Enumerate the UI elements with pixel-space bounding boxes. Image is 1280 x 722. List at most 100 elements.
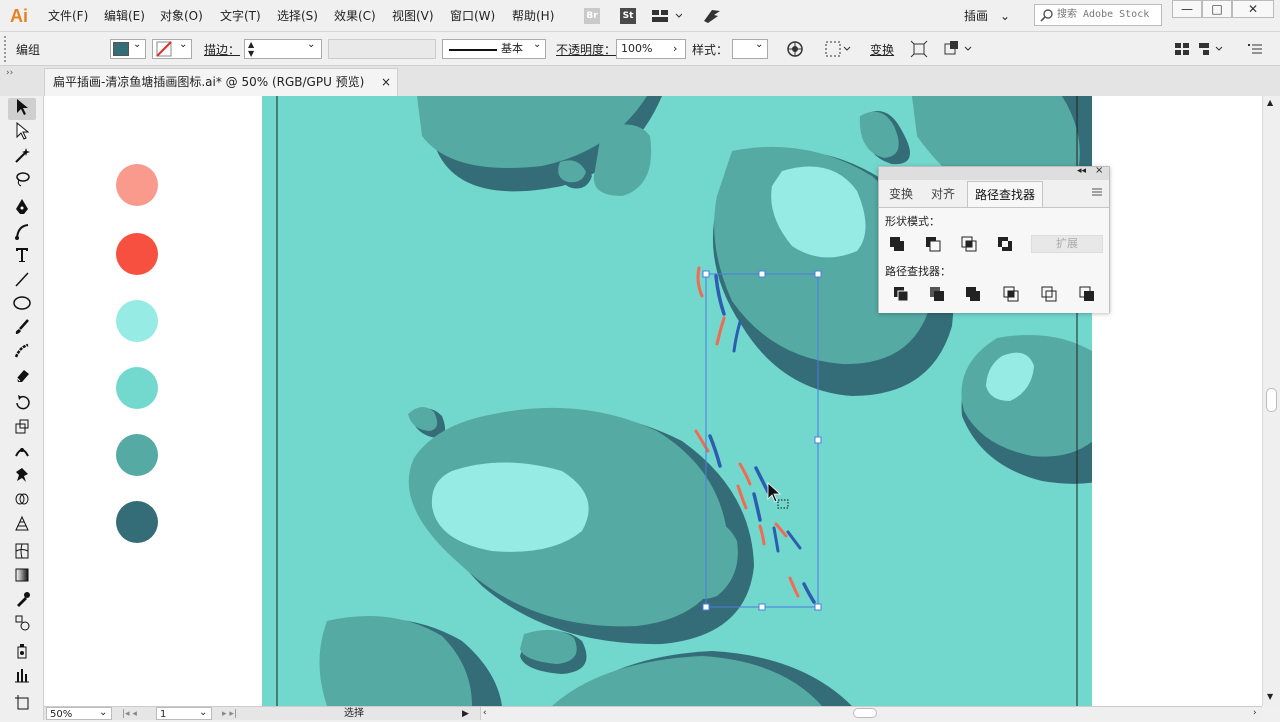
close-window-button[interactable]: ✕ (1232, 0, 1274, 18)
color-swatch-light-coral[interactable] (116, 164, 158, 206)
color-swatch-red[interactable] (116, 233, 158, 275)
outline-icon[interactable] (1041, 286, 1057, 302)
isolate-group-icon[interactable] (910, 40, 928, 61)
workspace-switcher[interactable]: 插画 ⌄ (964, 7, 1022, 25)
stroke-label[interactable]: 描边： (204, 40, 240, 60)
graphic-style-picker[interactable]: ⌄ (732, 39, 768, 59)
minimize-button[interactable]: — (1172, 0, 1202, 18)
lasso-tool-icon[interactable] (8, 170, 36, 192)
panel-header[interactable]: ◂◂ × (879, 165, 1109, 180)
symbol-sprayer-tool-icon[interactable] (8, 642, 36, 664)
menu-window[interactable]: 窗口(W) (450, 0, 495, 32)
shape-builder-tool-icon[interactable] (8, 490, 36, 512)
color-swatch-aqua[interactable] (116, 367, 158, 409)
minus-front-icon[interactable] (925, 236, 941, 252)
eyedropper-tool-icon[interactable] (8, 590, 36, 612)
stepper-arrows-icon[interactable]: ▲ ▼ (248, 40, 254, 58)
color-swatch-pale-aqua[interactable] (116, 300, 158, 342)
tab-align[interactable]: 对齐 (925, 181, 961, 207)
ellipse-tool-icon[interactable] (8, 294, 36, 316)
exclude-icon[interactable] (997, 236, 1013, 252)
bridge-button[interactable]: Br (584, 8, 600, 24)
artboard-number-select[interactable]: 1 ⌄ (156, 707, 212, 720)
rotate-tool-icon[interactable] (8, 394, 36, 416)
scale-tool-icon[interactable] (8, 418, 36, 440)
mesh-tool-icon[interactable] (8, 542, 36, 564)
puppet-warp-icon[interactable] (942, 40, 974, 61)
minus-back-icon[interactable] (1079, 286, 1095, 302)
arrange-documents-icon[interactable] (652, 7, 683, 25)
distribute-icon[interactable] (1174, 40, 1190, 61)
type-tool-icon[interactable] (8, 246, 36, 268)
first-artboard-icon[interactable]: |◂ ◂ (122, 707, 137, 721)
menu-file[interactable]: 文件(F) (48, 0, 88, 32)
stroke-color-picker[interactable]: ⌄ (152, 39, 192, 59)
menu-edit[interactable]: 编辑(E) (104, 0, 145, 32)
perspective-grid-tool-icon[interactable] (8, 514, 36, 536)
opacity-input[interactable]: 100% › (616, 39, 686, 59)
collapse-toolbar-icon[interactable]: ›› (6, 68, 13, 78)
hscroll-thumb[interactable] (853, 708, 877, 718)
vertical-scrollbar[interactable]: ▲ ▼ (1262, 96, 1280, 706)
panel-menu-icon[interactable] (1248, 40, 1264, 61)
horizontal-scrollbar[interactable]: ‹ › (480, 707, 1262, 720)
magic-wand-tool-icon[interactable] (8, 146, 36, 168)
restore-button[interactable]: □ (1202, 0, 1232, 18)
line-tool-icon[interactable] (8, 270, 36, 292)
arrange-icon[interactable] (1198, 40, 1226, 61)
menu-help[interactable]: 帮助(H) (512, 0, 554, 32)
color-swatch-dark-teal[interactable] (116, 501, 158, 543)
stroke-weight-input[interactable]: ▲ ▼ ⌄ (244, 39, 322, 59)
menu-view[interactable]: 视图(V) (392, 0, 434, 32)
divide-icon[interactable] (893, 286, 909, 302)
merge-icon[interactable] (965, 286, 981, 302)
stock-button[interactable]: St (620, 8, 636, 24)
scroll-thumb[interactable] (1266, 388, 1277, 412)
zoom-select[interactable]: 50% ⌄ (46, 707, 112, 720)
puppet-warp-tool-icon[interactable] (8, 466, 36, 488)
variable-width-profile[interactable] (328, 39, 436, 59)
brush-definition-select[interactable]: 基本 ⌄ (442, 39, 546, 59)
scroll-left-icon[interactable]: ‹ (483, 706, 487, 720)
menu-object[interactable]: 对象(O) (160, 0, 203, 32)
fill-color-picker[interactable]: ⌄ (110, 39, 146, 59)
menu-select[interactable]: 选择(S) (277, 0, 318, 32)
align-options-icon[interactable] (824, 40, 852, 61)
column-graph-tool-icon[interactable] (8, 666, 36, 688)
collapse-panel-icon[interactable]: ◂◂ (1077, 166, 1086, 176)
status-menu-arrow-icon[interactable]: ▶ (462, 707, 469, 721)
gradient-tool-icon[interactable] (8, 566, 36, 588)
menu-type[interactable]: 文字(T) (220, 0, 261, 32)
scroll-down-icon[interactable]: ▼ (1267, 692, 1273, 701)
paintbrush-tool-icon[interactable] (8, 318, 36, 340)
crop-icon[interactable] (1003, 286, 1019, 302)
document-tab[interactable]: 扁平插画-清凉鱼塘插画图标.ai* @ 50% (RGB/GPU 预览) × (44, 68, 398, 96)
close-panel-icon[interactable]: × (1095, 165, 1103, 176)
gpu-performance-icon[interactable] (702, 7, 722, 25)
panel-menu-icon[interactable] (1091, 185, 1103, 202)
pen-tool-icon[interactable] (8, 198, 36, 220)
scroll-right-icon[interactable]: › (1253, 706, 1257, 720)
direct-selection-tool-icon[interactable] (8, 121, 36, 144)
shaper-tool-icon[interactable] (8, 342, 36, 364)
intersect-icon[interactable] (961, 236, 977, 252)
expand-button[interactable]: 扩展 (1031, 235, 1103, 253)
selection-tool-icon[interactable] (8, 98, 36, 120)
menu-effect[interactable]: 效果(C) (334, 0, 376, 32)
trim-icon[interactable] (929, 286, 945, 302)
scroll-up-icon[interactable]: ▲ (1267, 98, 1273, 107)
eraser-tool-icon[interactable] (8, 366, 36, 388)
artboard-tool-icon[interactable] (8, 694, 36, 716)
tab-transform[interactable]: 变换 (883, 181, 919, 207)
width-tool-icon[interactable] (8, 442, 36, 464)
recolor-artwork-icon[interactable] (786, 40, 804, 61)
color-swatch-teal[interactable] (116, 434, 158, 476)
last-artboard-icon[interactable]: ▸ ▸| (222, 707, 237, 721)
opacity-label[interactable]: 不透明度： (556, 40, 616, 60)
tab-pathfinder[interactable]: 路径查找器 (967, 181, 1043, 207)
blend-tool-icon[interactable] (8, 614, 36, 636)
close-tab-icon[interactable]: × (381, 69, 391, 95)
chevron-right-icon[interactable]: › (673, 40, 677, 58)
transform-link[interactable]: 变换 (870, 40, 894, 60)
unite-icon[interactable] (889, 236, 905, 252)
